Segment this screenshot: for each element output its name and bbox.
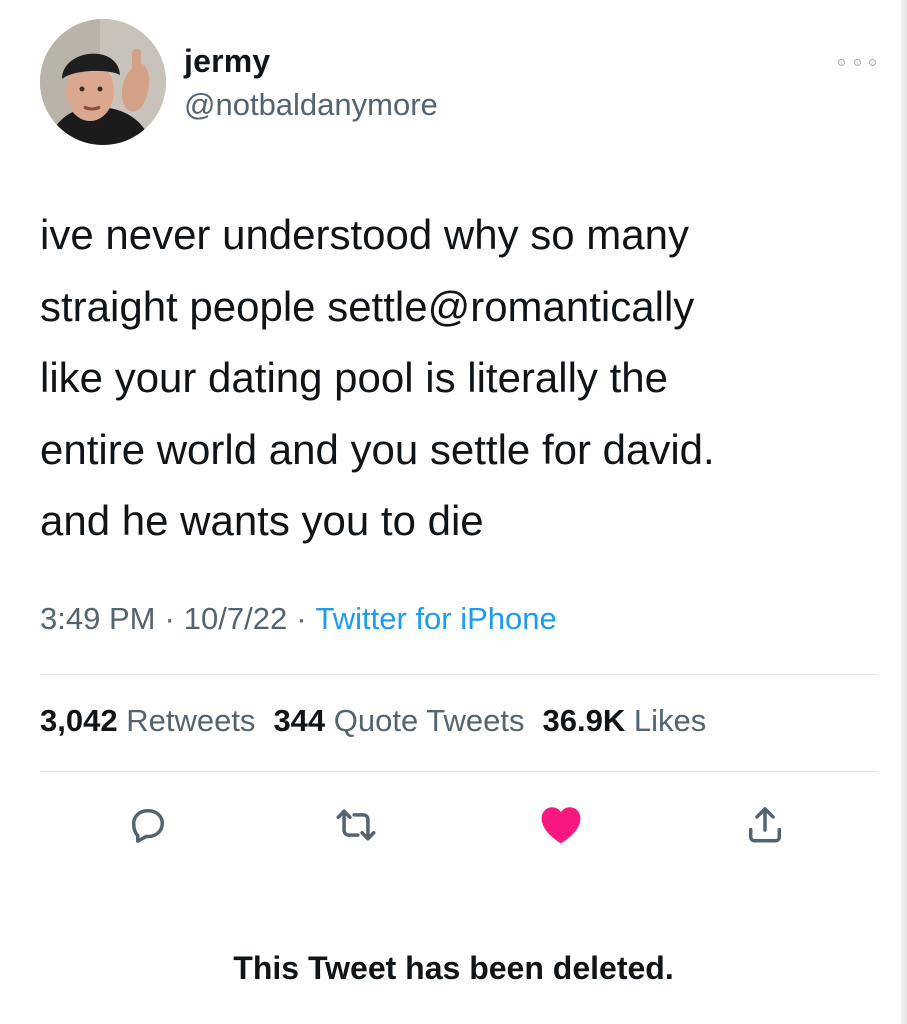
quote-tweets-stat[interactable]: 344 Quote Tweets (273, 703, 524, 738)
tweet-time[interactable]: 3:49 PM (40, 601, 155, 636)
avatar[interactable] (40, 19, 166, 145)
quote-tweets-count: 344 (273, 703, 326, 738)
share-button[interactable] (740, 800, 790, 850)
dot-icon (853, 58, 861, 66)
separator: · (296, 601, 307, 636)
more-options-icon[interactable] (838, 56, 876, 68)
reply-button[interactable] (123, 800, 173, 850)
dot-icon (838, 58, 845, 66)
retweets-label: Retweets (126, 703, 256, 738)
display-name[interactable]: jermy (184, 43, 270, 80)
separator: · (164, 601, 175, 636)
dot-icon (869, 58, 876, 66)
engagement-stats: 3,042 Retweets 344 Quote Tweets 36.9K Like… (40, 703, 724, 739)
retweets-stat[interactable]: 3,042 Retweets (40, 703, 255, 738)
tweet-source-link[interactable]: Twitter for iPhone (316, 601, 557, 636)
retweet-arrows-icon (336, 809, 376, 841)
deleted-tweet-notice: This Tweet has been deleted. (233, 950, 674, 986)
likes-label: Likes (633, 703, 707, 738)
like-button[interactable] (536, 800, 586, 850)
divider (40, 771, 877, 772)
likes-count: 36.9K (542, 703, 626, 738)
tweet-metadata: 3:49 PM · 10/7/22 · Twitter for iPhone (40, 601, 557, 637)
screenshot-edge (901, 0, 907, 1024)
speech-bubble-icon (131, 808, 165, 843)
tweet-text: ive never understood why so many straigh… (40, 211, 715, 544)
upload-icon (748, 807, 782, 843)
quote-tweets-label: Quote Tweets (333, 703, 525, 738)
divider (40, 674, 877, 675)
user-handle[interactable]: @notbaldanymore (184, 87, 438, 123)
heart-icon (541, 807, 581, 844)
tweet-date[interactable]: 10/7/22 (184, 601, 287, 636)
retweets-count: 3,042 (40, 703, 118, 738)
retweet-button[interactable] (331, 800, 381, 850)
profile-photo-icon (40, 19, 166, 145)
likes-stat[interactable]: 36.9K Likes (543, 703, 707, 738)
